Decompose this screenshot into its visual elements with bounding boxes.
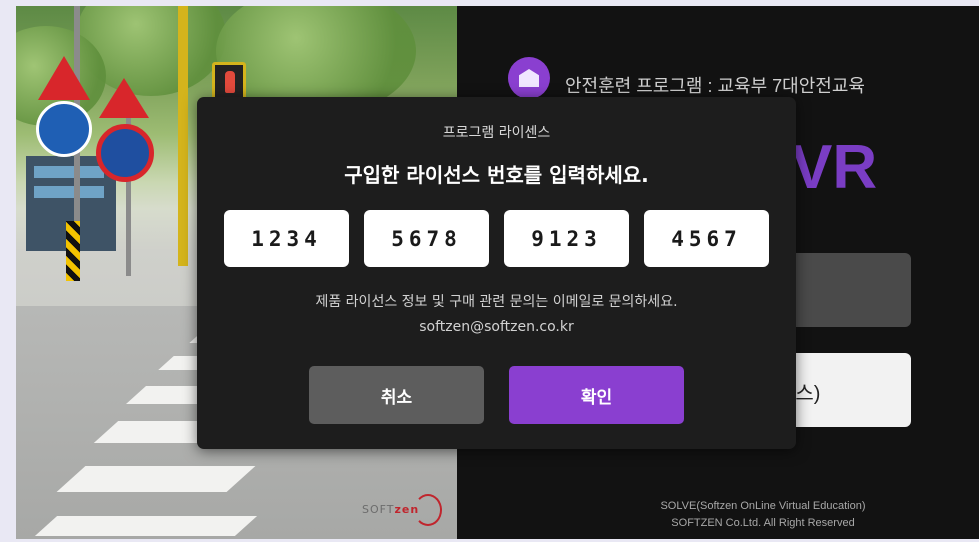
program-title: 안전훈련 프로그램 : 교육부 7대안전교육 <box>565 76 865 96</box>
license-field-4[interactable]: 4567 <box>644 210 769 267</box>
contact-info: 제품 라이선스 정보 및 구매 관련 문의는 이메일로 문의하세요. softz… <box>197 290 796 340</box>
menu-license-button[interactable]: 센스) <box>777 353 911 427</box>
no-parking-sign-icon <box>96 124 154 182</box>
pedestrian-bicycle-sign-icon <box>36 101 92 157</box>
license-field-1[interactable]: 1234 <box>224 210 349 267</box>
softzen-logo: SOFTzen <box>362 494 442 526</box>
menu-start-button[interactable] <box>777 253 911 327</box>
school-icon <box>508 57 550 99</box>
dialog-caption: 프로그램 라이센스 <box>442 125 551 141</box>
dialog-heading: 구입한 라이선스 번호를 입력하세요. <box>344 163 649 187</box>
contact-info-text: 제품 라이선스 정보 및 구매 관련 문의는 이메일로 문의하세요. <box>315 294 678 310</box>
cancel-button[interactable]: 취소 <box>309 366 484 424</box>
license-field-2[interactable]: 5678 <box>364 210 489 267</box>
contact-email: softzen@softzen.co.kr <box>419 319 574 335</box>
bump-warning-sign-icon <box>99 78 149 118</box>
license-field-3[interactable]: 9123 <box>504 210 629 267</box>
warning-sign-icon <box>38 56 90 100</box>
license-dialog: 프로그램 라이센스 구입한 라이선스 번호를 입력하세요. 1234 5678 … <box>197 97 796 449</box>
barrier-post <box>66 221 80 281</box>
signal-pole <box>178 6 188 266</box>
footer-line-1: SOLVE(Softzen OnLine Virtual Education) <box>660 500 866 512</box>
confirm-button[interactable]: 확인 <box>509 366 684 424</box>
footer-line-2: SOFTZEN Co.Ltd. All Right Reserved <box>671 517 855 529</box>
app-name-title: VR <box>791 133 878 202</box>
footer: SOLVE(Softzen OnLine Virtual Education) … <box>457 498 979 532</box>
pedestrian-signal-icon <box>212 62 246 100</box>
